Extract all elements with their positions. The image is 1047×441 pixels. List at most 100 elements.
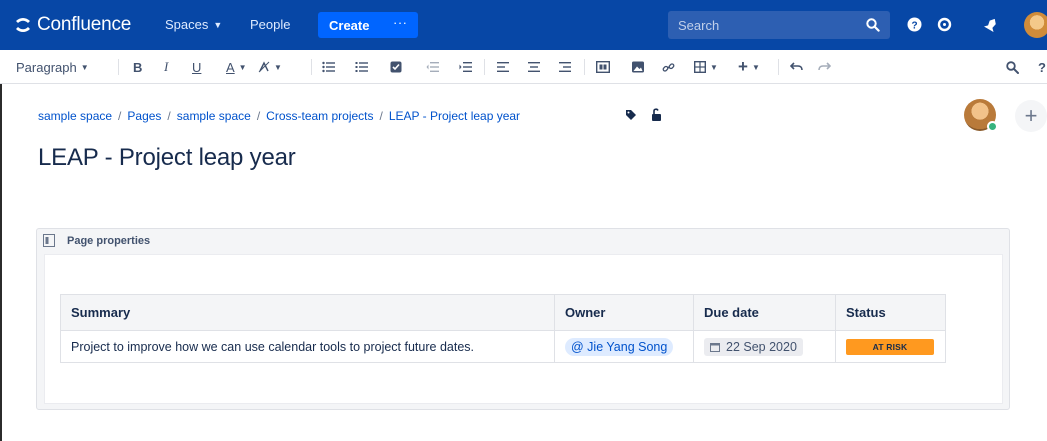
search-icon[interactable]	[866, 18, 880, 32]
column-header-owner[interactable]: Owner	[554, 294, 694, 331]
toolbar-divider	[311, 59, 312, 75]
column-header-due-date[interactable]: Due date	[693, 294, 836, 331]
align-center-button[interactable]	[528, 58, 540, 76]
insert-link-button[interactable]	[662, 58, 675, 76]
undo-icon	[790, 62, 803, 71]
people-link[interactable]: People	[250, 17, 290, 32]
notifications-icon[interactable]	[983, 16, 999, 32]
align-left-button[interactable]	[497, 58, 509, 76]
image-icon	[632, 61, 644, 73]
text-color-label: A	[226, 59, 235, 75]
brand-name: Confluence	[37, 14, 132, 35]
outdent-icon	[426, 62, 439, 72]
unlock-icon[interactable]	[651, 108, 662, 121]
breadcrumb: sample space / Pages / sample space / Cr…	[38, 109, 520, 123]
summary-cell[interactable]: Project to improve how we can use calend…	[60, 330, 555, 363]
underline-button[interactable]: U	[192, 58, 201, 76]
breadcrumb-separator: /	[256, 109, 261, 123]
calendar-icon	[710, 342, 720, 352]
indent-button[interactable]	[459, 58, 472, 76]
breadcrumb-separator: /	[118, 109, 122, 123]
numbered-list-button[interactable]	[355, 58, 368, 76]
settings-icon[interactable]	[936, 16, 952, 32]
indent-icon	[459, 62, 472, 72]
search-box[interactable]	[668, 11, 890, 39]
breadcrumb-link[interactable]: sample space	[38, 109, 112, 123]
paragraph-style-label: Paragraph	[16, 59, 77, 75]
align-right-button[interactable]	[559, 58, 571, 76]
presence-indicator	[987, 121, 998, 132]
user-mention[interactable]: @ Jie Yang Song	[565, 337, 674, 356]
window-edge	[0, 84, 2, 441]
breadcrumb-link[interactable]: Cross-team projects	[266, 109, 373, 123]
link-icon	[662, 62, 675, 72]
page-meta-icons	[625, 108, 662, 121]
breadcrumb-link[interactable]: LEAP - Project leap year	[389, 109, 520, 123]
paragraph-style-dropdown[interactable]: Paragraph ▼	[16, 58, 89, 76]
editor-toolbar: Paragraph ▼ B I U A ▼ ▼ ▼ + ▼ ?	[0, 50, 1047, 84]
redo-icon	[818, 62, 831, 71]
user-avatar[interactable]	[1024, 12, 1047, 38]
page-properties-icon	[43, 234, 55, 247]
chevron-down-icon: ▼	[274, 62, 282, 72]
status-badge[interactable]: AT RISK	[846, 338, 934, 355]
due-date-value: 22 Sep 2020	[726, 339, 797, 354]
page-title[interactable]: LEAP - Project leap year	[38, 144, 296, 172]
column-header-summary[interactable]: Summary	[60, 294, 555, 331]
numbered-list-icon	[355, 62, 368, 72]
chevron-down-icon: ▼	[238, 62, 247, 72]
align-right-icon	[559, 62, 571, 72]
breadcrumb-separator: /	[167, 109, 171, 123]
task-list-button[interactable]	[390, 58, 402, 76]
chevron-down-icon: ▼	[710, 62, 718, 72]
confluence-home-link[interactable]: Confluence	[14, 13, 131, 37]
find-replace-button[interactable]	[1006, 58, 1019, 76]
insert-table-button[interactable]: ▼	[694, 58, 718, 76]
toolbar-divider	[584, 59, 585, 75]
toolbar-divider	[118, 59, 119, 75]
breadcrumb-link[interactable]: Pages	[127, 109, 161, 123]
column-header-status[interactable]: Status	[835, 294, 946, 331]
page-layout-button[interactable]	[596, 58, 610, 76]
macro-body: Summary Owner Due date Status Project to…	[44, 254, 1003, 404]
top-navigation: Confluence Spaces ▼ People Create ··· ?	[0, 0, 1047, 50]
layout-icon	[596, 61, 610, 73]
insert-more-button[interactable]: + ▼	[738, 57, 760, 76]
invite-collaborator-button[interactable]: +	[1015, 100, 1047, 132]
help-icon[interactable]: ?	[906, 16, 922, 32]
status-cell[interactable]: AT RISK	[835, 330, 946, 363]
redo-button[interactable]	[818, 58, 831, 76]
clear-format-icon	[258, 61, 270, 73]
bold-button[interactable]: B	[133, 58, 142, 76]
date-chip[interactable]: 22 Sep 2020	[704, 337, 803, 356]
undo-button[interactable]	[790, 58, 803, 76]
insert-image-button[interactable]	[632, 58, 644, 76]
chevron-down-icon: ▼	[80, 62, 89, 72]
text-color-button[interactable]: A ▼	[226, 58, 247, 76]
table-header-row: Summary Owner Due date Status	[60, 294, 946, 331]
page-properties-table: Summary Owner Due date Status Project to…	[60, 294, 946, 363]
checkbox-icon	[390, 61, 402, 73]
breadcrumb-link[interactable]: sample space	[177, 109, 251, 123]
search-icon	[1006, 60, 1019, 74]
bullet-list-button[interactable]	[322, 58, 335, 76]
page-properties-macro[interactable]: Page properties Summary Owner Due date S…	[36, 228, 1010, 410]
macro-title: Page properties	[67, 235, 151, 247]
people-label: People	[250, 17, 291, 32]
spaces-menu[interactable]: Spaces ▼	[165, 17, 222, 32]
create-button[interactable]: Create ···	[318, 12, 418, 38]
spaces-label: Spaces	[165, 17, 209, 32]
search-input[interactable]	[668, 11, 858, 39]
toolbar-divider	[484, 59, 485, 75]
outdent-button[interactable]	[426, 58, 439, 76]
clear-format-button[interactable]: ▼	[258, 58, 282, 76]
owner-cell[interactable]: @ Jie Yang Song	[554, 330, 694, 363]
label-icon[interactable]	[625, 109, 637, 121]
macro-header: Page properties	[37, 229, 1009, 253]
help-icon[interactable]: ?	[1038, 58, 1046, 76]
due-date-cell[interactable]: 22 Sep 2020	[693, 330, 836, 363]
create-more-button[interactable]: ···	[393, 15, 408, 30]
align-center-icon	[528, 62, 540, 72]
italic-button[interactable]: I	[164, 58, 168, 76]
create-label: Create	[329, 18, 370, 33]
